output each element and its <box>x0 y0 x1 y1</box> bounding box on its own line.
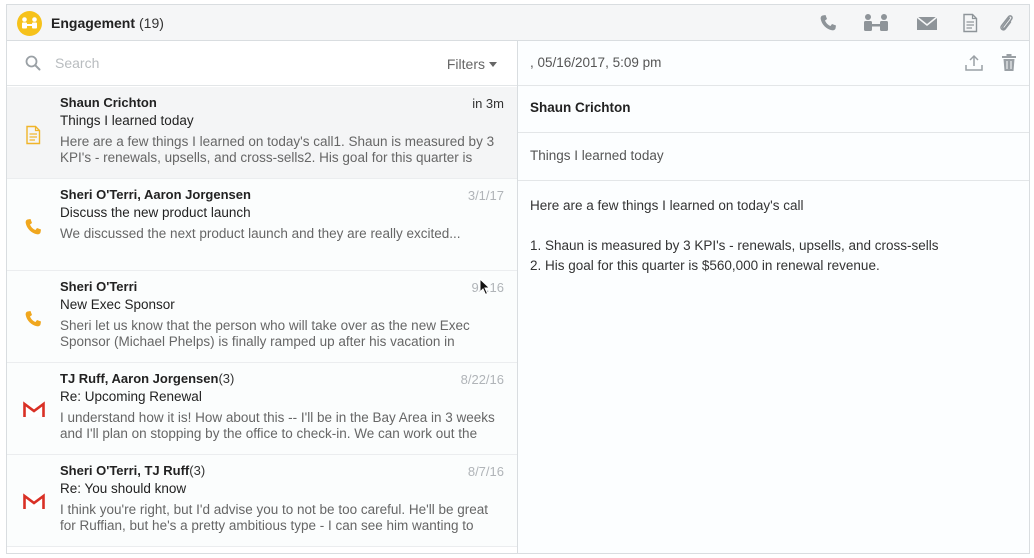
item-preview: Here are a few things I learned on today… <box>60 134 495 165</box>
item-names: Sheri O'Terri, TJ Ruff <box>60 463 190 478</box>
engagement-panel: Engagement(19) Filters <box>6 4 1030 554</box>
item-participants: TJ Ruff, Aaron Jorgensen(3) <box>60 371 234 386</box>
list-item[interactable]: TJ Ruff, Aaron Jorgensen(3) 8/22/16 Re: … <box>7 363 517 455</box>
activity-list: Shaun Crichton in 3m Things I learned to… <box>7 87 517 547</box>
meeting-icon[interactable] <box>862 13 890 33</box>
engagement-logo-icon <box>17 11 42 36</box>
detail-date: , 05/16/2017, 5:09 pm <box>530 55 662 70</box>
panel-title-text: Engagement <box>51 15 136 31</box>
item-subject: Re: Upcoming Renewal <box>60 389 202 404</box>
item-subject: Discuss the new product launch <box>60 205 251 220</box>
gmail-icon <box>23 401 45 421</box>
chevron-down-icon <box>489 62 497 67</box>
item-preview: We discussed the next product launch and… <box>60 226 461 241</box>
list-item[interactable]: Sheri O'Terri 9/..16 New Exec Sponsor Sh… <box>7 271 517 363</box>
item-date: in 3m <box>472 96 504 111</box>
item-thread-count: (3) <box>218 371 235 386</box>
detail-author-row: Shaun Crichton <box>518 87 1029 133</box>
item-names: Shaun Crichton <box>60 95 157 110</box>
detail-body-line <box>530 216 1010 236</box>
activity-list-pane: Filters Shaun Crichton in 3m Things I le… <box>7 41 518 553</box>
item-date: 3/1/17 <box>467 188 504 203</box>
search-bar: Filters <box>7 41 517 86</box>
detail-subject: Things I learned today <box>530 148 664 163</box>
phone-icon <box>23 309 43 329</box>
item-names: TJ Ruff, Aaron Jorgensen <box>60 371 219 386</box>
item-date: 8/22/16 <box>460 372 504 387</box>
detail-body: Here are a few things I learned on today… <box>530 196 1010 276</box>
detail-body-line: 2. His goal for this quarter is $560,000… <box>530 258 880 273</box>
panel-title: Engagement (19) <box>51 15 164 31</box>
upload-icon[interactable] <box>964 53 984 78</box>
item-names: Sheri O'Terri, Aaron Jorgensen <box>60 187 251 202</box>
item-subject: Things I learned today <box>60 113 194 128</box>
detail-subject-row: Things I learned today <box>518 133 1029 181</box>
attachment-icon[interactable] <box>996 13 1018 33</box>
detail-body-line: Here are a few things I learned on today… <box>530 198 804 213</box>
item-subject: Re: You should know <box>60 481 187 496</box>
gmail-icon <box>23 493 45 513</box>
filters-label: Filters <box>446 56 485 72</box>
search-icon <box>25 55 41 76</box>
item-preview: I think you're right, but I'd advise you… <box>60 502 488 533</box>
item-preview: I understand how it is! How about this -… <box>60 410 495 441</box>
trash-icon[interactable] <box>1000 53 1018 78</box>
email-icon[interactable] <box>915 13 939 33</box>
item-names: Sheri O'Terri <box>60 279 138 294</box>
panel-header: Engagement (19) <box>7 5 1029 41</box>
phone-icon[interactable] <box>818 13 840 33</box>
list-item[interactable]: Shaun Crichton in 3m Things I learned to… <box>7 87 517 179</box>
item-participants: Sheri O'Terri, TJ Ruff(3) <box>60 463 205 478</box>
activity-detail-pane: , 05/16/2017, 5:09 pm Shaun Crichton Thi… <box>518 41 1029 553</box>
list-item[interactable]: Sheri O'Terri, Aaron Jorgensen 3/1/17 Di… <box>7 179 517 271</box>
item-date: 8/7/16 <box>467 464 504 479</box>
panel-count: (19) <box>139 15 164 31</box>
filters-dropdown[interactable]: Filters <box>447 56 497 72</box>
phone-icon <box>23 217 43 237</box>
detail-header: , 05/16/2017, 5:09 pm <box>518 41 1029 86</box>
mouse-cursor-icon <box>479 277 491 301</box>
item-participants: Sheri O'Terri, Aaron Jorgensen <box>60 187 251 202</box>
item-preview: Sheri let us know that the person who wi… <box>60 318 470 349</box>
item-participants: Shaun Crichton <box>60 95 157 110</box>
detail-body-line: 1. Shaun is measured by 3 KPI's - renewa… <box>530 238 939 253</box>
note-icon <box>23 125 43 145</box>
item-thread-count: (3) <box>189 463 206 478</box>
detail-author: Shaun Crichton <box>530 100 631 115</box>
list-item[interactable]: Sheri O'Terri, TJ Ruff(3) 8/7/16 Re: You… <box>7 455 517 547</box>
item-participants: Sheri O'Terri <box>60 279 137 294</box>
item-subject: New Exec Sponsor <box>60 297 175 312</box>
search-input[interactable] <box>55 51 395 75</box>
note-icon[interactable] <box>960 13 982 33</box>
